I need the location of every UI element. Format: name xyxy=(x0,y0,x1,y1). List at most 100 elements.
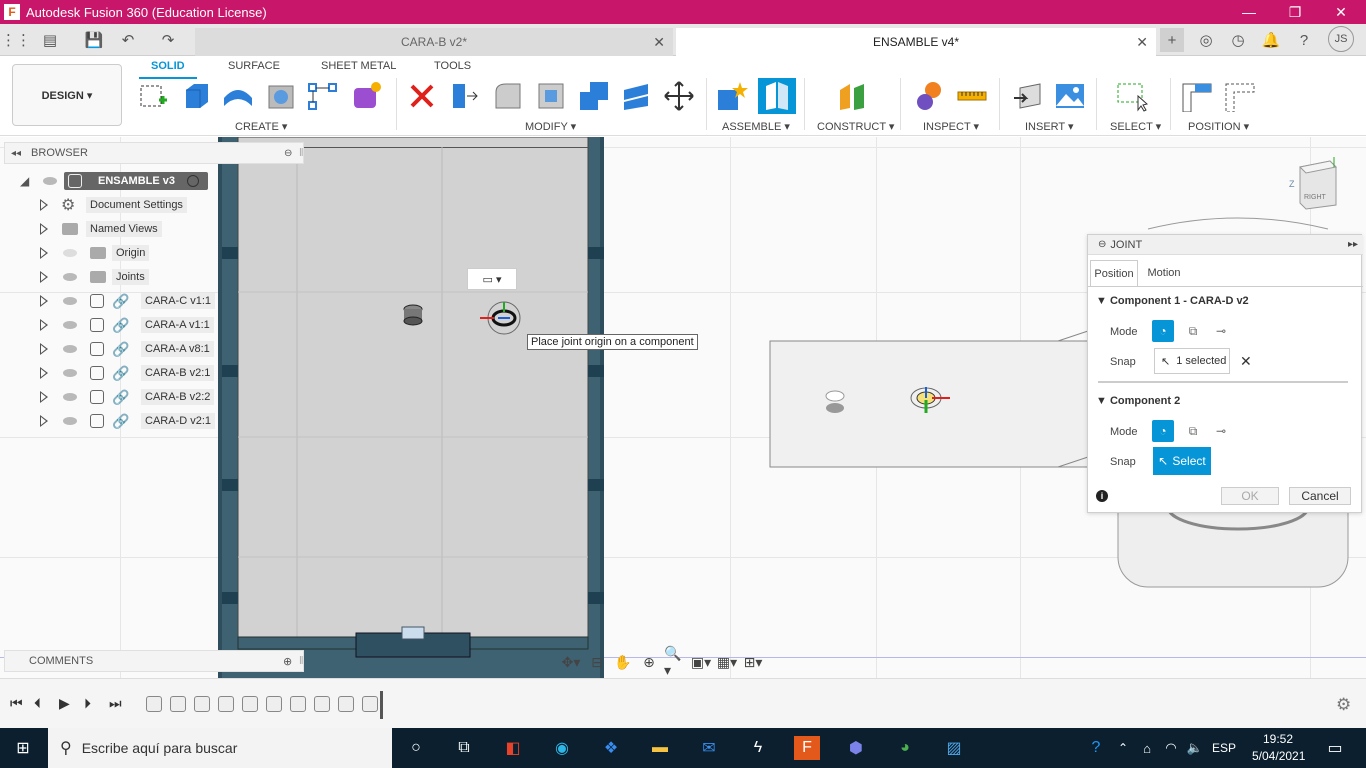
expand-triangle-icon[interactable] xyxy=(40,247,48,259)
hole-icon[interactable] xyxy=(265,80,297,112)
zoom-window-icon[interactable]: 🔍▾ xyxy=(664,645,686,678)
browser-item-origin[interactable]: Origin xyxy=(4,242,219,264)
two-edge-intersection-icon[interactable]: ⊸ xyxy=(1210,420,1232,442)
orbit-icon[interactable]: ✥▾ xyxy=(560,652,582,672)
select-menu[interactable]: SELECT ▾ xyxy=(1110,120,1161,133)
browser-pin-icon[interactable]: ‖ xyxy=(299,147,304,159)
timeline-feature[interactable] xyxy=(218,696,234,712)
canvas-image-icon[interactable] xyxy=(1054,80,1086,112)
timeline-feature[interactable] xyxy=(242,696,258,712)
simple-mode-icon[interactable]: ◔ xyxy=(1152,420,1174,442)
clock-time[interactable]: 19:52 xyxy=(1263,732,1293,746)
position-menu[interactable]: POSITION ▾ xyxy=(1188,120,1249,133)
close-tab-icon[interactable]: ✕ xyxy=(653,34,665,51)
task-view-icon[interactable]: ⧉ xyxy=(451,736,477,760)
look-at-icon[interactable]: ⊟ xyxy=(586,652,608,672)
ok-button[interactable]: OK xyxy=(1221,487,1279,505)
tab-sheet-metal[interactable]: SHEET METAL xyxy=(321,60,396,72)
info-icon[interactable]: i xyxy=(1096,490,1108,502)
go-to-start-icon[interactable]: ⏮ xyxy=(10,695,23,712)
expand-triangle-icon[interactable] xyxy=(40,415,48,427)
app-grid-icon[interactable]: ⋮⋮ xyxy=(1,28,31,52)
create-menu[interactable]: CREATE ▾ xyxy=(235,120,287,133)
pan-icon[interactable]: ✋ xyxy=(612,652,634,672)
undo-icon[interactable]: ↶ xyxy=(116,28,140,52)
visibility-eye-icon[interactable] xyxy=(63,273,77,281)
go-to-end-icon[interactable]: ⏭ xyxy=(109,695,122,712)
component1-section[interactable]: ▼ Component 1 - CARA-D v2 xyxy=(1096,295,1249,307)
visibility-eye-icon[interactable] xyxy=(63,417,77,425)
expand-triangle-icon[interactable] xyxy=(40,295,48,307)
timeline-feature[interactable] xyxy=(146,696,162,712)
taskbar-search-box[interactable]: ⚲ Escribe aquí para buscar xyxy=(48,728,392,768)
browser-item-joints[interactable]: Joints xyxy=(4,266,219,288)
visibility-eye-icon[interactable] xyxy=(43,177,57,185)
expand-triangle-icon[interactable] xyxy=(40,391,48,403)
user-avatar[interactable]: JS xyxy=(1328,26,1354,52)
offset-plane-icon[interactable] xyxy=(836,80,868,112)
restore-icon[interactable]: ❐ xyxy=(1272,0,1318,24)
create-sketch-icon[interactable] xyxy=(137,80,169,112)
mail-icon[interactable]: ✉ xyxy=(696,736,722,760)
joint-dialog-header[interactable]: ⊖ JOINT ▸▸ xyxy=(1088,235,1363,255)
tab-tools[interactable]: TOOLS xyxy=(434,60,471,72)
delete-icon[interactable] xyxy=(406,80,438,112)
press-pull-icon[interactable] xyxy=(449,80,481,112)
browser-root-row[interactable]: ◢ ENSAMBLE v3 xyxy=(4,170,219,192)
browser-item-named-views[interactable]: Named Views xyxy=(4,218,219,240)
expand-triangle-icon[interactable] xyxy=(40,319,48,331)
timeline-feature[interactable] xyxy=(362,696,378,712)
timeline-feature[interactable] xyxy=(170,696,186,712)
expand-triangle-icon[interactable] xyxy=(40,223,48,235)
browser-item-cara-b-1[interactable]: 🔗 CARA-B v2:1 xyxy=(4,362,219,384)
play-icon[interactable]: ▶ xyxy=(59,695,70,712)
notifications-icon[interactable]: 🔔 xyxy=(1259,28,1283,52)
add-comment-icon[interactable]: ⊕ xyxy=(283,655,292,668)
timeline-feature[interactable] xyxy=(290,696,306,712)
browser-item-cara-b-2[interactable]: 🔗 CARA-B v2:2 xyxy=(4,386,219,408)
chrome-icon[interactable]: ◕ xyxy=(892,736,918,760)
photos-icon[interactable]: ▨ xyxy=(941,736,967,760)
office-icon[interactable]: ◧ xyxy=(500,736,526,760)
comments-pin-icon[interactable]: ‖ xyxy=(299,655,304,667)
between-two-faces-icon[interactable]: ⧉ xyxy=(1182,420,1204,442)
close-icon[interactable]: ✕ xyxy=(1318,0,1364,24)
step-back-icon[interactable]: ⏴ xyxy=(34,695,41,712)
browser-minimize-icon[interactable]: ⊖ xyxy=(284,148,292,159)
image-dropdown-icon[interactable]: ▭ ▾ xyxy=(483,273,502,286)
timeline-marker[interactable] xyxy=(380,691,383,719)
browser-item-document-settings[interactable]: ⚙ Document Settings xyxy=(4,194,219,216)
expand-root-icon[interactable]: ◢ xyxy=(20,174,29,188)
network-icon[interactable]: ⌂ xyxy=(1134,736,1160,760)
construct-menu[interactable]: CONSTRUCT ▾ xyxy=(817,120,894,133)
new-component-icon[interactable] xyxy=(716,80,748,112)
job-status-icon[interactable]: ◷ xyxy=(1226,28,1250,52)
tab-cara-b[interactable]: CARA-B v2* ✕ xyxy=(195,28,673,56)
viewports-icon[interactable]: ⊞▾ xyxy=(742,652,764,672)
save-icon[interactable]: 💾 xyxy=(82,28,106,52)
create-form-icon[interactable] xyxy=(350,80,382,112)
help-tray-icon[interactable]: ? xyxy=(1083,736,1109,760)
alias-app-icon[interactable]: ϟ xyxy=(745,736,771,760)
joint-button-active[interactable] xyxy=(758,78,796,114)
windows-start-icon[interactable]: ⊞ xyxy=(10,736,36,760)
redo-icon[interactable]: ↷ xyxy=(156,28,180,52)
timeline-feature[interactable] xyxy=(338,696,354,712)
collapse-dialog-icon[interactable]: ⊖ xyxy=(1098,239,1106,250)
activate-radio-icon[interactable] xyxy=(187,175,199,187)
extrude-icon[interactable] xyxy=(180,80,212,112)
visibility-eye-icon[interactable] xyxy=(63,297,77,305)
display-settings-icon[interactable]: ▣▾ xyxy=(690,652,712,672)
cortana-icon[interactable]: ○ xyxy=(403,736,429,760)
browser-item-cara-a-1[interactable]: 🔗 CARA-A v1:1 xyxy=(4,314,219,336)
edge-icon[interactable]: ◉ xyxy=(549,736,575,760)
visibility-eye-icon[interactable] xyxy=(63,369,77,377)
browser-item-cara-a-8[interactable]: 🔗 CARA-A v8:1 xyxy=(4,338,219,360)
measure-icon[interactable] xyxy=(956,80,988,112)
combine-icon[interactable] xyxy=(578,80,610,112)
capture-position-icon[interactable] xyxy=(1181,80,1213,112)
revert-position-icon[interactable] xyxy=(1224,80,1256,112)
close-tab-icon[interactable]: ✕ xyxy=(1136,34,1148,51)
visibility-eye-icon[interactable] xyxy=(63,345,77,353)
timeline-feature[interactable] xyxy=(266,696,282,712)
